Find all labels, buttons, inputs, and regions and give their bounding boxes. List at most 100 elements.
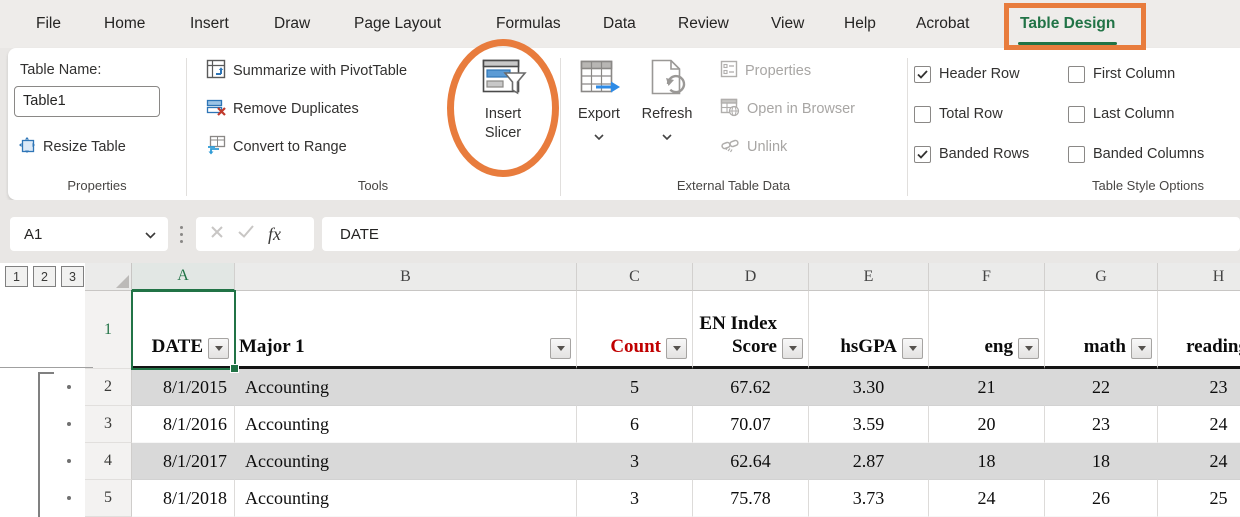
cell-a3[interactable]: 8/1/2016 [132,406,235,443]
enter-icon[interactable] [238,225,254,243]
tab-file[interactable]: File [36,0,61,48]
cell-c4[interactable]: 3 [577,443,693,480]
total-row-checkbox[interactable]: Total Row [914,104,1003,124]
outline-level-3-button[interactable]: 3 [61,266,84,287]
header-row-checkbox[interactable]: Header Row [914,64,1020,84]
outline-level-1-button[interactable]: 1 [5,266,28,287]
cell-c1[interactable]: Count [577,291,693,369]
cell-c3[interactable]: 6 [577,406,693,443]
banded-columns-checkbox[interactable]: Banded Columns [1068,144,1204,164]
row-header-3[interactable]: 3 [85,406,132,443]
filter-dropdown-icon[interactable] [208,338,229,359]
column-header-f[interactable]: F [929,263,1045,291]
cell-g4[interactable]: 18 [1045,443,1158,480]
table-name-input[interactable]: Table1 [14,86,160,117]
cell-a2[interactable]: 8/1/2015 [132,369,235,406]
select-all-corner[interactable] [85,263,132,291]
column-header-e[interactable]: E [809,263,929,291]
export-dropdown-chevron-icon[interactable] [594,127,604,145]
cell-h4[interactable]: 24 [1158,443,1240,480]
cell-g1[interactable]: math [1045,291,1158,369]
cell-e3[interactable]: 3.59 [809,406,929,443]
cell-h3[interactable]: 24 [1158,406,1240,443]
cell-h1[interactable]: reading [1158,291,1240,369]
cell-f4[interactable]: 18 [929,443,1045,480]
tab-draw[interactable]: Draw [274,0,310,48]
refresh-dropdown-chevron-icon[interactable] [662,127,672,145]
resize-table-label: Resize Table [43,139,126,155]
column-header-g[interactable]: G [1045,263,1158,291]
column-header-h[interactable]: H [1158,263,1240,291]
header-hsgpa: hsGPA [840,336,897,358]
cell-d1[interactable]: EN Index Score [693,291,809,369]
tab-review[interactable]: Review [678,0,729,48]
filter-dropdown-icon[interactable] [666,338,687,359]
row-header-2[interactable]: 2 [85,369,132,406]
cell-b1[interactable]: Major 1 [235,291,577,369]
banded-rows-checkbox[interactable]: Banded Rows [914,144,1029,164]
column-header-a[interactable]: A [132,263,235,291]
refresh-button[interactable]: Refresh [624,58,710,145]
name-box-chevron-icon[interactable] [145,226,156,243]
filter-dropdown-icon[interactable] [550,338,571,359]
tab-page-layout[interactable]: Page Layout [354,0,441,48]
filter-dropdown-icon[interactable] [1018,338,1039,359]
cell-e4[interactable]: 2.87 [809,443,929,480]
cell-d4[interactable]: 62.64 [693,443,809,480]
outline-group-bracket[interactable] [38,372,54,517]
outline-row-dot [67,496,71,500]
cell-c2[interactable]: 5 [577,369,693,406]
cell-h2[interactable]: 23 [1158,369,1240,406]
cell-e5[interactable]: 3.73 [809,480,929,517]
first-column-checkbox[interactable]: First Column [1068,64,1175,84]
tab-help[interactable]: Help [844,0,876,48]
name-box-value: A1 [24,226,42,243]
cell-f3[interactable]: 20 [929,406,1045,443]
summarize-with-pivottable-button[interactable]: Summarize with PivotTable [206,58,407,84]
filter-dropdown-icon[interactable] [782,338,803,359]
cell-a5[interactable]: 8/1/2018 [132,480,235,517]
cell-g5[interactable]: 26 [1045,480,1158,517]
cell-f2[interactable]: 21 [929,369,1045,406]
row-header-4[interactable]: 4 [85,443,132,480]
resize-table-button[interactable]: Resize Table [18,134,126,160]
cell-f1[interactable]: eng [929,291,1045,369]
cell-b5[interactable]: Accounting [235,480,577,517]
insert-function-icon[interactable]: fx [268,224,281,245]
outline-level-2-button[interactable]: 2 [33,266,56,287]
tab-insert[interactable]: Insert [190,0,229,48]
row-header-1[interactable]: 1 [85,291,132,369]
tab-home[interactable]: Home [104,0,145,48]
cell-f5[interactable]: 24 [929,480,1045,517]
cell-d5[interactable]: 75.78 [693,480,809,517]
cancel-icon[interactable] [210,225,224,244]
cell-h5[interactable]: 25 [1158,480,1240,517]
formula-input[interactable]: DATE [322,217,1240,251]
tab-acrobat[interactable]: Acrobat [916,0,969,48]
filter-dropdown-icon[interactable] [1131,338,1152,359]
cell-g3[interactable]: 23 [1045,406,1158,443]
last-column-checkbox[interactable]: Last Column [1068,104,1174,124]
cell-e2[interactable]: 3.30 [809,369,929,406]
tab-data[interactable]: Data [603,0,636,48]
column-header-c[interactable]: C [577,263,693,291]
filter-dropdown-icon[interactable] [902,338,923,359]
cell-b4[interactable]: Accounting [235,443,577,480]
cell-a4[interactable]: 8/1/2017 [132,443,235,480]
formula-bar-drag-handle[interactable] [180,226,183,229]
remove-duplicates-button[interactable]: Remove Duplicates [206,96,359,122]
row-header-5[interactable]: 5 [85,480,132,517]
tab-view[interactable]: View [771,0,804,48]
cell-a1[interactable]: DATE [132,291,235,369]
cell-d2[interactable]: 67.62 [693,369,809,406]
cell-e1[interactable]: hsGPA [809,291,929,369]
cell-g2[interactable]: 22 [1045,369,1158,406]
cell-d3[interactable]: 70.07 [693,406,809,443]
name-box[interactable]: A1 [10,217,168,251]
cell-c5[interactable]: 3 [577,480,693,517]
column-header-b[interactable]: B [235,263,577,291]
convert-to-range-button[interactable]: Convert to Range [206,134,347,160]
cell-b2[interactable]: Accounting [235,369,577,406]
column-header-d[interactable]: D [693,263,809,291]
cell-b3[interactable]: Accounting [235,406,577,443]
